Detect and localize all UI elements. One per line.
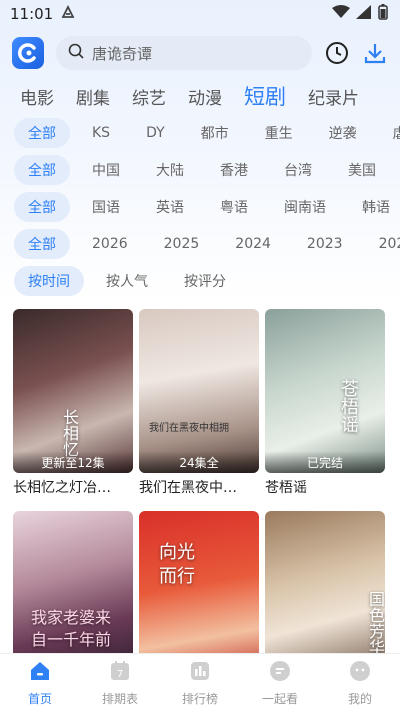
poster-image[interactable]: 长相忆 更新至12集 [13,309,133,473]
poster-title-art: 向光而行 [159,542,195,587]
filter-row-region: 全部 中国 大陆 香港 台湾 美国 韩国 [0,151,400,188]
nav-label: 首页 [27,691,52,706]
drama-card[interactable]: 我家老婆来自一千年前 [13,511,133,675]
filter-chip[interactable]: 美国 [334,155,390,185]
filter-chip[interactable]: 韩语 [348,192,400,222]
nav-label: 一起看 [261,691,298,706]
filter-chip[interactable]: 全部 [14,228,70,259]
tab-series[interactable]: 剧集 [76,84,110,109]
filter-chip[interactable]: KS [78,120,124,146]
nav-watch-together[interactable]: 一起看 [250,659,310,707]
poster-title-art: 苍梧谣 [338,379,359,433]
filter-chip[interactable]: 全部 [14,154,70,185]
card-title: 我们在黑夜中… [139,480,237,496]
nav-home[interactable]: 首页 [10,659,70,707]
poster-image[interactable]: 苍梧谣 已完结 [265,309,385,473]
sort-chip[interactable]: 按人气 [92,266,162,296]
drama-card[interactable]: 长相忆 更新至12集 长相忆之灯冶… [13,309,133,505]
filter-row-year: 全部 2026 2025 2024 2023 2022 [0,225,400,262]
svg-text:7: 7 [117,669,123,680]
filter-chip[interactable]: 英语 [142,192,198,222]
filter-chip[interactable]: 2023 [293,231,357,257]
profile-icon [348,659,372,687]
tab-variety[interactable]: 综艺 [132,84,166,109]
battery-icon [378,4,388,24]
search-icon [68,43,84,63]
watch-together-icon [268,659,292,687]
poster-title-art: 我家老婆来自一千年前 [31,608,112,649]
filter-chip[interactable]: 台湾 [270,155,326,185]
search-placeholder: 唐诡奇谭 [92,44,153,63]
filter-chip[interactable]: 闽南语 [270,192,340,222]
drama-card[interactable]: 国色芳华 [265,511,385,675]
sort-chip[interactable]: 按评分 [170,266,240,296]
filter-chip[interactable]: 重生 [251,118,307,148]
nav-profile[interactable]: 我的 [330,659,390,707]
episode-badge: 更新至12集 [13,451,133,473]
filter-chip[interactable]: DY [132,120,179,146]
filter-row-sort: 按时间 按人气 按评分 [0,262,400,299]
download-icon[interactable] [362,40,388,66]
filter-chip[interactable]: 全部 [14,117,70,148]
poster-title-art: 长相忆 [60,409,79,457]
filter-chip[interactable]: 虐恋 [379,118,400,148]
sort-chip[interactable]: 按时间 [14,265,84,296]
history-icon[interactable] [324,40,350,66]
poster-title-art: 我们在黑夜中相拥 [149,423,229,434]
filter-chip[interactable]: 国语 [78,192,134,222]
card-title: 长相忆之灯冶… [13,480,111,496]
filter-chip[interactable]: 2022 [365,231,400,257]
status-bar: 11:01 [0,0,400,28]
filter-chip[interactable]: 都市 [187,118,243,148]
filter-chip[interactable]: 逆袭 [315,118,371,148]
filter-chip[interactable]: 2025 [150,231,214,257]
poster-title-art: 国色芳华 [366,591,385,655]
home-icon [28,659,52,687]
wifi-icon [332,5,350,23]
nav-schedule[interactable]: 7 排期表 [90,659,150,707]
drama-card[interactable]: 苍梧谣 已完结 苍梧谣 [265,309,385,505]
filter-row-language: 全部 国语 英语 粤语 闽南语 韩语 日语 [0,188,400,225]
bottom-nav: 首页 7 排期表 排行榜 一起看 我的 [0,653,400,711]
drama-card[interactable]: 向光而行 [139,511,259,675]
drama-card[interactable]: 我们在黑夜中相拥 24集全 我们在黑夜中… [139,309,259,505]
filter-chip[interactable]: 中国 [78,155,134,185]
episode-badge: 已完结 [265,451,385,473]
filter-chip[interactable]: 大陆 [142,155,198,185]
card-title: 苍梧谣 [265,480,307,496]
category-tabs: 电影 剧集 综艺 动漫 短剧 纪录片 [0,78,400,114]
nav-label: 排行榜 [181,691,218,706]
drama-grid: 长相忆 更新至12集 长相忆之灯冶… 我们在黑夜中相拥 24集全 我们在黑夜中…… [0,299,400,675]
tab-movie[interactable]: 电影 [20,84,54,109]
filter-chip[interactable]: 粤语 [206,192,262,222]
status-time: 11:01 [10,5,54,23]
tab-documentary[interactable]: 纪录片 [308,84,359,109]
filter-chip[interactable]: 香港 [206,155,262,185]
tab-anime[interactable]: 动漫 [188,84,222,109]
app-logo[interactable] [12,37,44,69]
top-bar: 唐诡奇谭 [0,28,400,78]
filter-chip[interactable]: 2026 [78,231,142,257]
search-input[interactable]: 唐诡奇谭 [56,36,312,70]
nav-ranking[interactable]: 排行榜 [170,659,230,707]
poster-image[interactable]: 向光而行 [139,511,259,675]
calendar-icon: 7 [108,659,132,687]
poster-image[interactable]: 我们在黑夜中相拥 24集全 [139,309,259,473]
episode-badge: 24集全 [139,451,259,473]
nav-label: 我的 [347,691,372,706]
notification-icon [61,4,75,23]
poster-image[interactable]: 我家老婆来自一千年前 [13,511,133,675]
signal-icon [356,5,372,23]
filter-chip[interactable]: 2024 [221,231,285,257]
nav-label: 排期表 [101,691,138,706]
filter-row-source: 全部 KS DY 都市 重生 逆袭 虐恋 [0,114,400,151]
filter-chip[interactable]: 全部 [14,191,70,222]
chart-icon [188,659,212,687]
tab-short-drama[interactable]: 短剧 [244,81,286,111]
poster-image[interactable]: 国色芳华 [265,511,385,675]
